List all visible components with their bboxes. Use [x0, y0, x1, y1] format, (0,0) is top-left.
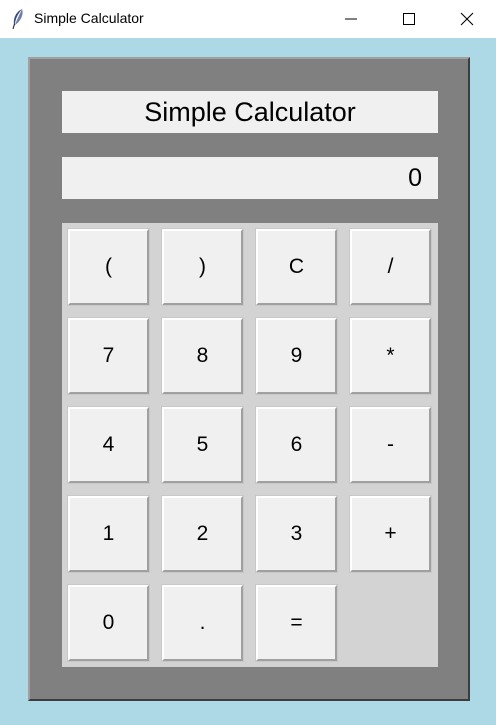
key-0[interactable]: 0 [67, 584, 150, 662]
feather-icon [10, 8, 26, 30]
key-9[interactable]: 9 [255, 317, 338, 395]
key-multiply[interactable]: * [349, 317, 432, 395]
calculator-frame: Simple Calculator 0 ( ) C / 7 8 9 * 4 5 … [28, 57, 470, 701]
close-icon [460, 12, 474, 26]
key-clear[interactable]: C [255, 228, 338, 306]
minimize-icon [345, 18, 357, 20]
key-3[interactable]: 3 [255, 495, 338, 573]
key-6[interactable]: 6 [255, 406, 338, 484]
close-button[interactable] [438, 0, 496, 38]
key-8[interactable]: 8 [161, 317, 244, 395]
keypad: ( ) C / 7 8 9 * 4 5 6 - 1 2 3 + 0 . = [62, 223, 438, 667]
maximize-icon [403, 13, 415, 25]
key-decimal[interactable]: . [161, 584, 244, 662]
window-title: Simple Calculator [34, 10, 144, 26]
key-open-paren[interactable]: ( [67, 228, 150, 306]
key-5[interactable]: 5 [161, 406, 244, 484]
key-close-paren[interactable]: ) [161, 228, 244, 306]
maximize-button[interactable] [380, 0, 438, 38]
key-add[interactable]: + [349, 495, 432, 573]
calculator-display: 0 [62, 157, 438, 199]
minimize-button[interactable] [322, 0, 380, 38]
key-1[interactable]: 1 [67, 495, 150, 573]
key-subtract[interactable]: - [349, 406, 432, 484]
key-divide[interactable]: / [349, 228, 432, 306]
key-equals[interactable]: = [255, 584, 338, 662]
key-4[interactable]: 4 [67, 406, 150, 484]
key-2[interactable]: 2 [161, 495, 244, 573]
title-bar[interactable]: Simple Calculator [0, 0, 496, 38]
calculator-heading: Simple Calculator [62, 91, 438, 133]
key-7[interactable]: 7 [67, 317, 150, 395]
